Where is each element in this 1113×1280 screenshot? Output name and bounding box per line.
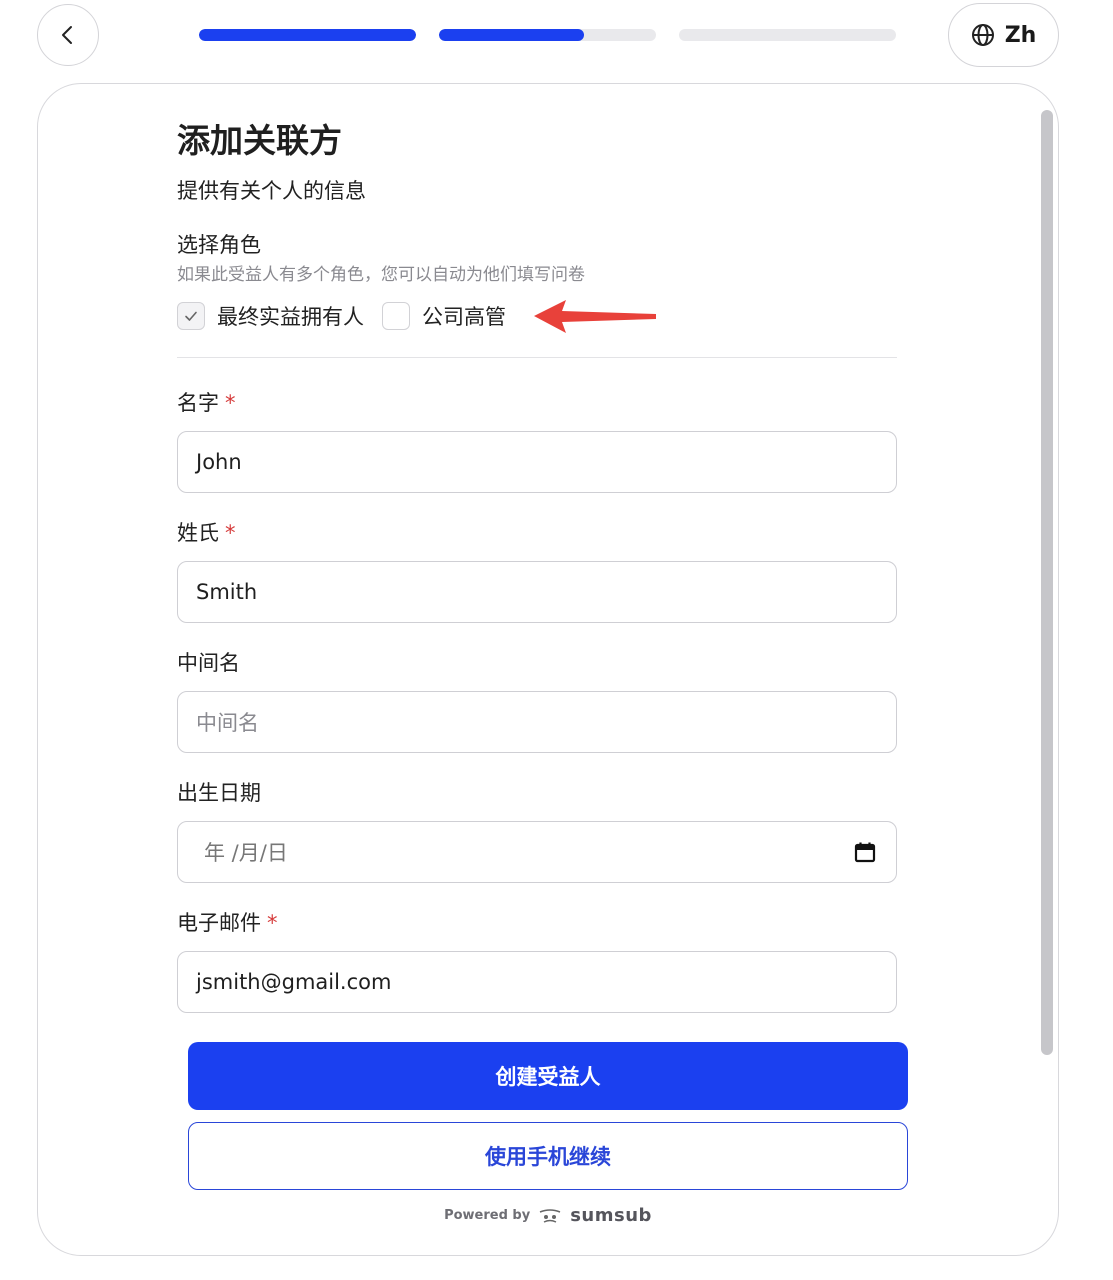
progress-step-2 [439, 29, 656, 41]
back-button[interactable] [37, 4, 99, 66]
globe-icon [971, 24, 994, 46]
required-mark: * [267, 911, 278, 935]
powered-by-text: Powered by [444, 1208, 531, 1223]
divider [177, 357, 897, 358]
dob-field: 出生日期 年 /月/日 [177, 778, 897, 883]
form-header: 添加关联方 提供有关个人的信息 选择角色 如果此受益人有多个角色，您可以自动为他… [177, 118, 897, 358]
first-name-input[interactable]: John [177, 431, 897, 493]
last-name-field: 姓氏 * Smith [177, 518, 897, 623]
page-subtitle: 提供有关个人的信息 [177, 179, 366, 203]
powered-by-footer: Powered by sumsub [0, 1205, 1096, 1226]
calendar-icon[interactable] [854, 841, 876, 863]
role-section-label: 选择角色 [177, 233, 261, 257]
role-checkbox-executive[interactable] [382, 302, 410, 330]
dob-input[interactable]: 年 /月/日 [177, 821, 897, 883]
role-options: 最终实益拥有人 公司高管 [177, 300, 897, 333]
required-mark: * [225, 521, 236, 545]
required-mark: * [225, 391, 236, 415]
email-field: 电子邮件 * jsmith@gmail.com [177, 908, 897, 1013]
role-label-executive[interactable]: 公司高管 [422, 301, 506, 331]
sumsub-brand: sumsub [570, 1205, 652, 1226]
sumsub-logo-icon [539, 1208, 561, 1223]
language-button[interactable]: Zh [948, 3, 1059, 67]
continue-on-phone-button[interactable]: 使用手机继续 [188, 1122, 908, 1190]
last-name-input[interactable]: Smith [177, 561, 897, 623]
check-icon [185, 311, 197, 321]
progress-steps [199, 29, 896, 41]
dob-label: 出生日期 [177, 781, 261, 805]
language-label: Zh [1004, 22, 1037, 48]
role-checkbox-ubo[interactable] [177, 302, 205, 330]
dob-placeholder: 年 /月/日 [204, 841, 288, 865]
first-name-field: 名字 * John [177, 388, 897, 493]
chevron-left-icon [62, 26, 72, 44]
progress-step-3 [679, 29, 896, 41]
annotation-arrow-icon [534, 300, 656, 333]
last-name-label: 姓氏 [177, 521, 219, 545]
scrollbar[interactable] [1041, 110, 1053, 1055]
middle-name-field: 中间名 中间名 [177, 648, 897, 753]
progress-step-1 [199, 29, 416, 41]
email-input[interactable]: jsmith@gmail.com [177, 951, 897, 1013]
first-name-label: 名字 [177, 391, 219, 415]
page-title: 添加关联方 [177, 121, 342, 160]
create-beneficiary-button[interactable]: 创建受益人 [188, 1042, 908, 1110]
role-label-ubo[interactable]: 最终实益拥有人 [217, 301, 364, 331]
email-label: 电子邮件 [177, 911, 261, 935]
middle-name-input[interactable]: 中间名 [177, 691, 897, 753]
role-section-hint: 如果此受益人有多个角色，您可以自动为他们填写问卷 [177, 265, 585, 285]
middle-name-label: 中间名 [177, 651, 240, 675]
